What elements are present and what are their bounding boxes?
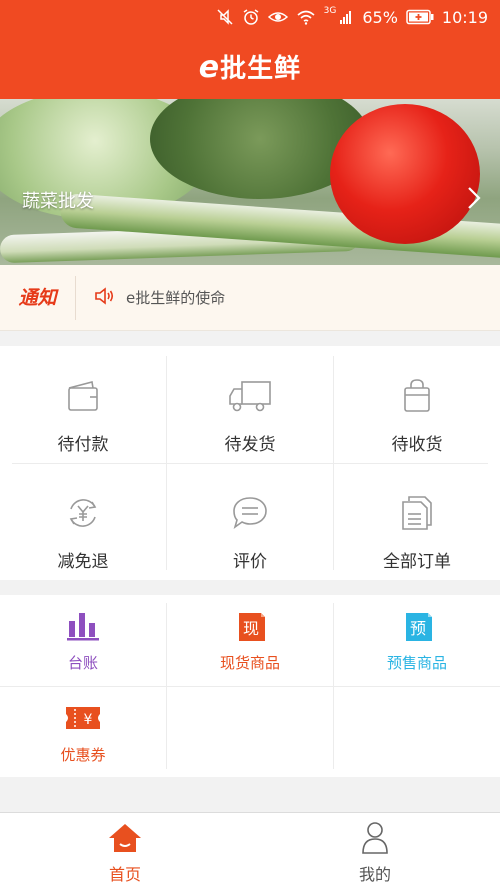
wallet-icon (66, 376, 100, 416)
order-pending-shipment[interactable]: 待发货 (167, 356, 333, 463)
logo-pi: 批 (220, 54, 248, 84)
documents-icon (401, 493, 433, 533)
home-icon (107, 821, 143, 855)
ledger-item[interactable]: 台账 (0, 595, 166, 685)
order-label: 减免退 (57, 552, 109, 572)
notice-message[interactable]: e批生鲜的使命 (126, 287, 225, 308)
speaker-icon (94, 286, 116, 309)
alarm-icon (242, 8, 260, 26)
presale-icon: 预 (400, 609, 434, 643)
truck-icon (228, 376, 272, 416)
bottom-tab-bar: 首页 我的 (0, 812, 500, 888)
presale-badge: 预 (410, 619, 426, 638)
tomato-image (330, 104, 480, 244)
status-bar: 3G 65% 10:19 (0, 0, 500, 34)
order-label: 全部订单 (383, 552, 451, 572)
order-label: 待付款 (57, 435, 109, 455)
order-all[interactable]: 全部订单 (334, 473, 500, 580)
wifi-icon (296, 9, 316, 25)
promo-banner[interactable]: 蔬菜批发 (0, 99, 500, 265)
tab-home[interactable]: 首页 (0, 813, 250, 888)
tab-label: 我的 (358, 865, 391, 884)
tab-label: 首页 (108, 865, 141, 884)
coupon-item[interactable]: ¥ 优惠券 (0, 687, 166, 777)
yuan-refresh-icon (65, 493, 101, 533)
order-pending-receipt[interactable]: 待收货 (334, 356, 500, 463)
order-label: 待收货 (391, 435, 443, 455)
order-status-grid: 待付款 待发货 待收货 减免退 评价 全部订单 (0, 346, 500, 580)
notice-bar[interactable]: 通知 e批生鲜的使命 (0, 265, 500, 331)
logo-e: e (198, 50, 221, 85)
order-review[interactable]: 评价 (167, 473, 333, 580)
silent-icon (216, 8, 234, 26)
order-pending-payment[interactable]: 待付款 (0, 356, 166, 463)
network-type-label: 3G (323, 6, 337, 16)
spot-goods-icon: 现 (233, 609, 267, 643)
chat-icon (231, 493, 269, 533)
app-logo: e批生鲜 (0, 48, 500, 85)
logo-text: 生鲜 (247, 54, 302, 84)
coupon-icon: ¥ (64, 701, 102, 735)
battery-icon (406, 9, 434, 25)
order-label: 待发货 (224, 435, 276, 455)
goods-grid: 台账 现 现货商品 预 预售商品 ¥ 优惠券 (0, 595, 500, 777)
spot-goods-badge: 现 (243, 619, 259, 638)
goods-label: 优惠券 (60, 746, 106, 764)
chevron-right-icon[interactable] (466, 185, 482, 215)
goods-label: 台账 (67, 654, 98, 672)
banner-title: 蔬菜批发 (22, 191, 94, 212)
notice-tag: 通知 (0, 275, 76, 320)
signal-icon (340, 10, 354, 24)
bar-chart-icon (66, 609, 100, 643)
goods-label: 现货商品 (219, 654, 280, 672)
goods-label: 预售商品 (386, 654, 447, 672)
divider (12, 463, 488, 464)
order-label: 评价 (233, 552, 267, 572)
tab-mine[interactable]: 我的 (250, 813, 500, 888)
presale-goods-item[interactable]: 预 预售商品 (334, 595, 500, 685)
app-header: 3G 65% 10:19 e批生鲜 (0, 0, 500, 99)
clock-time: 10:19 (441, 7, 488, 27)
spot-goods-item[interactable]: 现 现货商品 (167, 595, 333, 685)
battery-percent: 65% (362, 7, 398, 27)
coupon-badge: ¥ (84, 712, 93, 728)
bag-icon (402, 376, 432, 416)
order-refund[interactable]: 减免退 (0, 473, 166, 580)
person-icon (360, 821, 390, 855)
eye-icon (267, 9, 288, 25)
